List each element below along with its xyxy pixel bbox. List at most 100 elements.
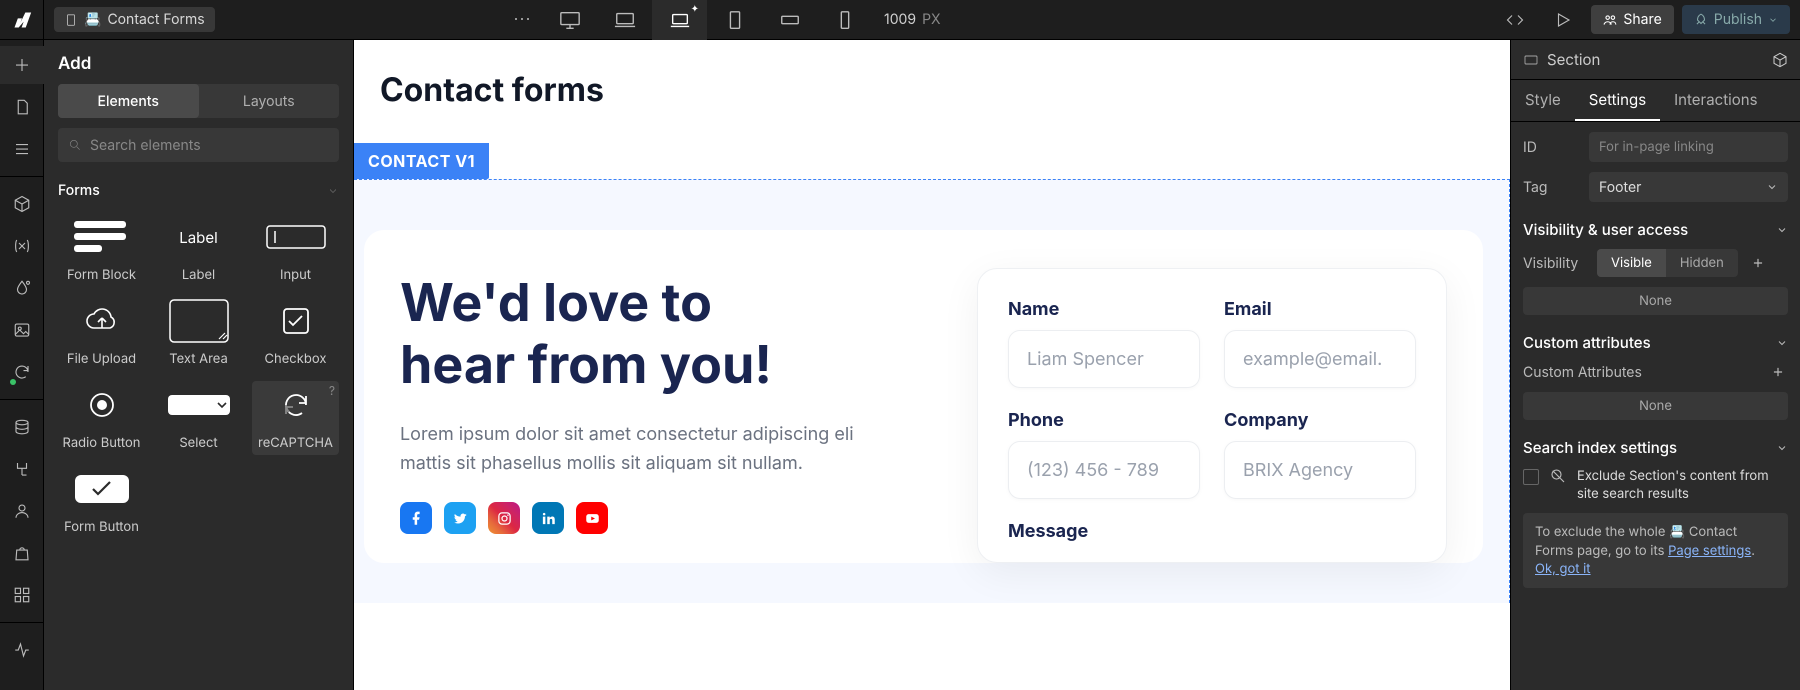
rail-logic-button[interactable]: [0, 450, 44, 488]
facebook-link[interactable]: [400, 502, 432, 534]
visibility-conditions-none: None: [1523, 287, 1788, 315]
share-button[interactable]: Share: [1591, 5, 1673, 34]
rail-cms-button[interactable]: [0, 408, 44, 446]
upload-thumb: [70, 301, 134, 341]
rail-add-button[interactable]: [0, 46, 44, 84]
tab-interactions[interactable]: Interactions: [1660, 80, 1771, 121]
name-label: Name: [1008, 299, 1200, 320]
company-input[interactable]: BRIX Agency: [1224, 441, 1416, 499]
left-rail: [0, 40, 44, 690]
play-icon: [1554, 11, 1572, 29]
users-icon: [1603, 13, 1617, 27]
viewport-desktop-xl[interactable]: [542, 0, 597, 40]
page-title: Contact forms: [380, 70, 1510, 109]
search-index-section-header[interactable]: Search index settings: [1523, 438, 1788, 457]
element-form-block[interactable]: Form Block: [58, 217, 145, 283]
field-name: Name Liam Spencer: [1008, 299, 1200, 388]
custom-attributes-section-header[interactable]: Custom attributes: [1523, 333, 1788, 352]
rail-styles-button[interactable]: [0, 269, 44, 307]
element-file-upload[interactable]: File Upload: [58, 301, 145, 367]
phone-input[interactable]: (123) 456 - 789: [1008, 441, 1200, 499]
viewport-size[interactable]: 1009 PX: [884, 11, 941, 28]
tab-settings[interactable]: Settings: [1575, 80, 1660, 121]
element-label[interactable]: Label Label: [155, 217, 242, 283]
visibility-visible[interactable]: Visible: [1597, 249, 1666, 277]
visibility-label: Visibility: [1523, 255, 1587, 272]
id-input[interactable]: For in-page linking: [1589, 132, 1788, 162]
email-label: Email: [1224, 299, 1416, 320]
rail-assets-button[interactable]: [0, 311, 44, 349]
visibility-hidden[interactable]: Hidden: [1666, 249, 1738, 277]
instagram-link[interactable]: [488, 502, 520, 534]
linkedin-link[interactable]: [532, 502, 564, 534]
twitter-link[interactable]: [444, 502, 476, 534]
tab-style[interactable]: Style: [1511, 80, 1575, 121]
custom-attributes-none: None: [1523, 392, 1788, 420]
visibility-section-header[interactable]: Visibility & user access: [1523, 220, 1788, 239]
rail-users-button[interactable]: [0, 492, 44, 530]
exclude-checkbox[interactable]: [1523, 469, 1539, 485]
list-icon: [13, 140, 31, 158]
element-label: File Upload: [67, 351, 136, 367]
recaptcha-thumb: [264, 385, 328, 425]
name-input[interactable]: Liam Spencer: [1008, 330, 1200, 388]
viewport-desktop[interactable]: [597, 0, 652, 40]
linkedin-icon: [541, 511, 556, 526]
design-canvas[interactable]: Contact forms CONTACT V1 We'd love to he…: [354, 40, 1510, 690]
viewport-phone-landscape[interactable]: [762, 0, 817, 40]
rail-refresh-button[interactable]: [0, 353, 44, 391]
rail-audit-button[interactable]: [0, 631, 44, 669]
tab-elements[interactable]: Elements: [58, 84, 199, 118]
viewport-size-unit: PX: [922, 11, 941, 28]
rail-navigator-button[interactable]: [0, 130, 44, 168]
preview-button[interactable]: [1543, 0, 1583, 40]
page-settings-link[interactable]: Page settings: [1668, 543, 1751, 559]
rail-variables-button[interactable]: [0, 227, 44, 265]
textarea-thumb: [167, 301, 231, 341]
dismiss-info-link[interactable]: Ok, got it: [1535, 561, 1591, 577]
rail-apps-button[interactable]: [0, 576, 44, 614]
add-visibility-condition-button[interactable]: [1748, 253, 1768, 273]
publish-button[interactable]: Publish: [1682, 5, 1790, 34]
selected-section-outline[interactable]: We'd love to hear from you! Lorem ipsum …: [354, 179, 1510, 603]
element-input[interactable]: Input: [252, 217, 339, 283]
viewport-tablet-landscape[interactable]: [652, 0, 707, 40]
viewport-tablet[interactable]: [707, 0, 762, 40]
rail-components-button[interactable]: [0, 185, 44, 223]
plus-icon: [13, 56, 31, 74]
more-menu-button[interactable]: ⋯: [502, 9, 542, 30]
image-icon: [13, 321, 31, 339]
hero-heading: We'd love to hear from you!: [400, 272, 897, 397]
help-icon[interactable]: ?: [329, 383, 335, 398]
input-thumb: [264, 217, 328, 257]
youtube-link[interactable]: [576, 502, 608, 534]
rail-pages-button[interactable]: [0, 88, 44, 126]
right-panel: Section Style Settings Interactions ID F…: [1510, 40, 1800, 690]
element-form-button[interactable]: Form Button: [58, 469, 145, 535]
tablet-icon: [724, 9, 746, 31]
webflow-icon: [12, 10, 32, 30]
webflow-logo[interactable]: [0, 0, 44, 39]
tag-select[interactable]: Footer: [1589, 172, 1788, 202]
refresh-icon: [13, 363, 31, 381]
forms-section-header[interactable]: Forms: [44, 176, 353, 205]
selected-element-header: Section: [1511, 40, 1800, 80]
element-radio[interactable]: Radio Button: [58, 385, 145, 451]
search-index-title: Search index settings: [1523, 438, 1677, 457]
element-text-area[interactable]: Text Area: [155, 301, 242, 367]
rail-ecommerce-button[interactable]: [0, 534, 44, 572]
element-checkbox[interactable]: Checkbox: [252, 301, 339, 367]
export-code-button[interactable]: [1495, 0, 1535, 40]
element-label: Input: [280, 267, 311, 283]
facebook-icon: [409, 511, 424, 526]
tab-layouts[interactable]: Layouts: [199, 84, 340, 118]
element-select[interactable]: Select: [155, 385, 242, 451]
add-custom-attribute-button[interactable]: [1768, 362, 1788, 382]
viewport-phone[interactable]: [817, 0, 872, 40]
page-breadcrumb[interactable]: 📇 Contact Forms: [54, 7, 215, 32]
email-input[interactable]: example@email.: [1224, 330, 1416, 388]
search-elements-input[interactable]: Search elements: [58, 128, 339, 162]
cube-icon[interactable]: [1772, 52, 1788, 68]
section-tag-label[interactable]: CONTACT V1: [354, 143, 489, 179]
element-recaptcha[interactable]: ? reCAPTCHA: [252, 381, 339, 455]
